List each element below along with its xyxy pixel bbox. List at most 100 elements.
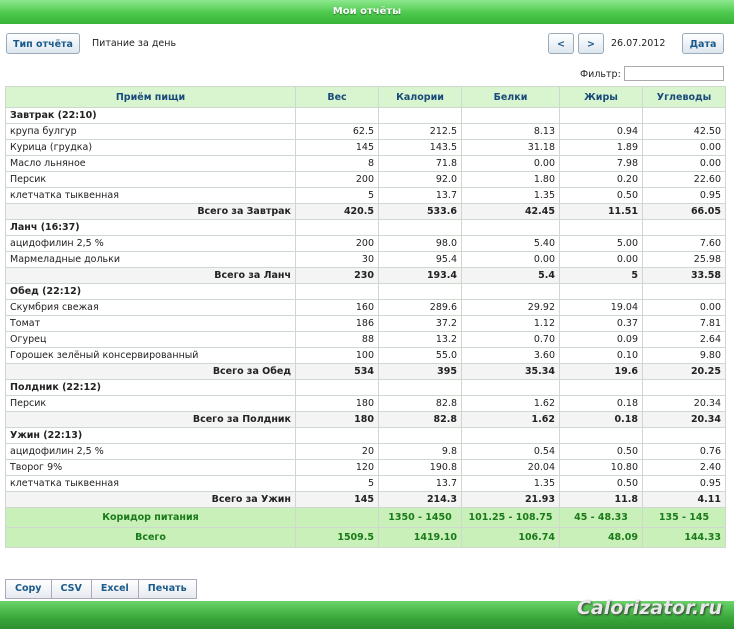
table-row[interactable]: клетчатка тыквенная 5 13.7 1.35 0.50 0.95 (5, 475, 726, 492)
empty-cell (295, 219, 379, 236)
carbs-cell: 2.64 (642, 331, 726, 348)
window-title: Мои отчёты (0, 0, 734, 24)
calories-cell: 37.2 (378, 315, 462, 332)
weight-cell: 160 (295, 299, 379, 316)
col-header-carbs[interactable]: Углеводы (642, 86, 726, 108)
fat-cell: 0.18 (559, 395, 643, 412)
fat-cell: 0.00 (559, 251, 643, 268)
protein-cell: 5.4 (461, 267, 560, 284)
protein-cell: 1.80 (461, 171, 560, 188)
table-header-row: Приём пищи Вес Калории Белки Жиры Углево… (5, 86, 726, 108)
calories-cell: 190.8 (378, 459, 462, 476)
calories-cell: 71.8 (378, 155, 462, 172)
table-row[interactable]: Скумбрия свежая 160 289.6 29.92 19.04 0.00 (5, 299, 726, 316)
carbs-cell: 144.33 (642, 527, 726, 548)
report-table: Приём пищи Вес Калории Белки Жиры Углево… (5, 86, 726, 548)
table-row[interactable]: ацидофилин 2,5 % 200 98.0 5.40 5.00 7.60 (5, 235, 726, 252)
table-row[interactable]: крупа булгур 62.5 212.5 8.13 0.94 42.50 (5, 123, 726, 140)
empty-cell (461, 283, 560, 300)
calories-cell: 1419.10 (378, 527, 462, 548)
calories-cell: 95.4 (378, 251, 462, 268)
fat-cell: 0.20 (559, 171, 643, 188)
calories-cell: 13.2 (378, 331, 462, 348)
meal-group-row: Обед (22:12) (5, 283, 726, 300)
protein-cell: 42.45 (461, 203, 560, 220)
copy-button[interactable]: Copy (5, 579, 52, 599)
table-row[interactable]: Томат 186 37.2 1.12 0.37 7.81 (5, 315, 726, 332)
table-row[interactable]: клетчатка тыквенная 5 13.7 1.35 0.50 0.95 (5, 187, 726, 204)
weight-cell: 62.5 (295, 123, 379, 140)
calories-cell: 98.0 (378, 235, 462, 252)
table-row[interactable]: Мармеладные дольки 30 95.4 0.00 0.00 25.98 (5, 251, 726, 268)
table-row[interactable]: Курица (грудка) 145 143.5 31.18 1.89 0.00 (5, 139, 726, 156)
col-header-fat[interactable]: Жиры (559, 86, 643, 108)
table-row[interactable]: Творог 9% 120 190.8 20.04 10.80 2.40 (5, 459, 726, 476)
meal-group-row: Ланч (16:37) (5, 219, 726, 236)
col-header-meal[interactable]: Приём пищи (5, 86, 296, 108)
meal-group-row: Завтрак (22:10) (5, 107, 726, 124)
table-row[interactable]: Огурец 88 13.2 0.70 0.09 2.64 (5, 331, 726, 348)
fat-cell: 11.51 (559, 203, 643, 220)
table-row[interactable]: Горошек зелёный консервированный 100 55.0 3… (5, 347, 726, 364)
col-header-protein[interactable]: Белки (461, 86, 560, 108)
meal-name: Обед (22:12) (5, 283, 296, 300)
calories-cell: 214.3 (378, 491, 462, 508)
calories-cell: 9.8 (378, 443, 462, 460)
grand-total-row: Всего 1509.5 1419.10 106.74 48.09 144.33 (5, 527, 726, 548)
calories-cell: 82.8 (378, 395, 462, 412)
prev-date-button[interactable]: < (548, 33, 574, 54)
calories-cell: 55.0 (378, 347, 462, 364)
carbs-cell: 66.05 (642, 203, 726, 220)
col-header-weight[interactable]: Вес (295, 86, 379, 108)
calories-cell: 395 (378, 363, 462, 380)
print-button[interactable]: Печать (137, 579, 197, 599)
fat-cell: 45 - 48.33 (559, 507, 643, 528)
empty-cell (559, 427, 643, 444)
carbs-cell: 20.34 (642, 411, 726, 428)
table-row[interactable]: Масло льняное 8 71.8 0.00 7.98 0.00 (5, 155, 726, 172)
next-date-button[interactable]: > (578, 33, 604, 54)
meal-name: Полдник (22:12) (5, 379, 296, 396)
weight-cell: 534 (295, 363, 379, 380)
empty-cell (378, 379, 462, 396)
table-row[interactable]: Персик 200 92.0 1.80 0.20 22.60 (5, 171, 726, 188)
carbs-cell: 2.40 (642, 459, 726, 476)
weight-cell: 186 (295, 315, 379, 332)
report-type-button[interactable]: Тип отчёта (6, 33, 80, 54)
calories-cell: 212.5 (378, 123, 462, 140)
calories-cell: 13.7 (378, 475, 462, 492)
weight-cell: 100 (295, 347, 379, 364)
table-row[interactable]: Персик 180 82.8 1.62 0.18 20.34 (5, 395, 726, 412)
meal-cell: Творог 9% (5, 459, 296, 476)
calories-cell: 289.6 (378, 299, 462, 316)
col-header-calories[interactable]: Калории (378, 86, 462, 108)
weight-cell: 120 (295, 459, 379, 476)
fat-cell: 0.09 (559, 331, 643, 348)
empty-cell (461, 107, 560, 124)
empty-cell (378, 107, 462, 124)
empty-cell (559, 379, 643, 396)
protein-cell: 35.34 (461, 363, 560, 380)
protein-cell: 0.54 (461, 443, 560, 460)
table-row[interactable]: ацидофилин 2,5 % 20 9.8 0.54 0.50 0.76 (5, 443, 726, 460)
empty-cell (559, 283, 643, 300)
meal-total-label: Всего за Полдник (5, 411, 296, 428)
fat-cell: 48.09 (559, 527, 643, 548)
carbs-cell: 135 - 145 (642, 507, 726, 528)
empty-cell (378, 219, 462, 236)
excel-button[interactable]: Excel (90, 579, 139, 599)
date-button[interactable]: Дата (682, 33, 724, 54)
calories-cell: 533.6 (378, 203, 462, 220)
meal-cell: Томат (5, 315, 296, 332)
meal-total-row: Всего за Завтрак 420.5 533.6 42.45 11.51 66.0… (5, 203, 726, 220)
csv-button[interactable]: CSV (50, 579, 92, 599)
meal-cell: Горошек зелёный консервированный (5, 347, 296, 364)
filter-input[interactable] (624, 66, 724, 81)
corridor-label: Коридор питания (5, 507, 296, 528)
fat-cell: 0.94 (559, 123, 643, 140)
meal-cell: Курица (грудка) (5, 139, 296, 156)
fat-cell: 0.10 (559, 347, 643, 364)
weight-cell: 180 (295, 395, 379, 412)
empty-cell (642, 283, 726, 300)
meal-total-label: Всего за Ужин (5, 491, 296, 508)
